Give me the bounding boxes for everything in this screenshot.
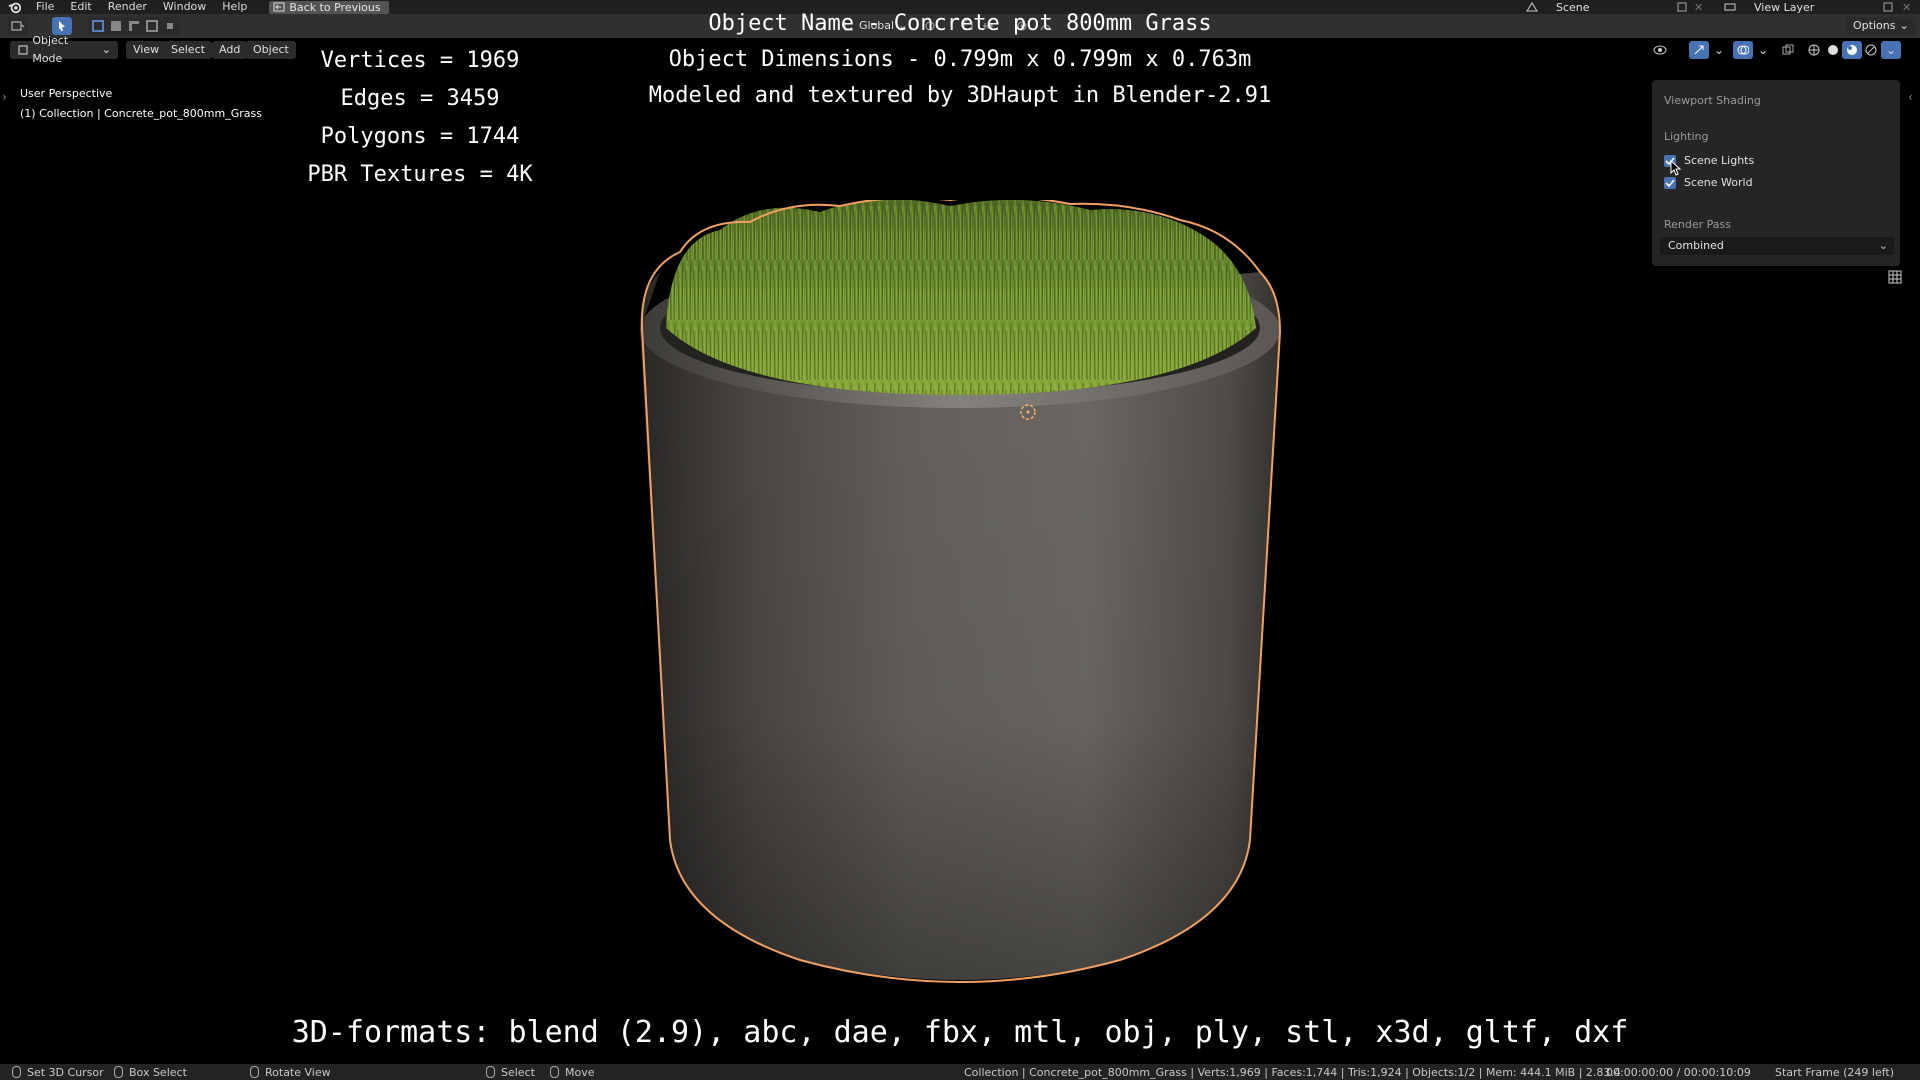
status-rotate-view-label: Rotate View xyxy=(265,1065,331,1079)
status-rotate-view: Rotate View xyxy=(250,1066,331,1079)
status-move: Move xyxy=(550,1066,595,1079)
render-pass-value: Combined xyxy=(1668,239,1724,252)
status-move-label: Move xyxy=(565,1065,595,1079)
status-bar: Set 3D Cursor Box Select Rotate View Sel… xyxy=(0,1064,1920,1080)
timeline-time: 00:00:00:00 / 00:00:10:09 xyxy=(1606,1065,1751,1079)
chevron-down-icon: ⌄ xyxy=(101,43,111,56)
polygons-text: Polygons = 1744 xyxy=(320,124,520,149)
menu-window[interactable]: Window xyxy=(155,0,214,14)
back-to-previous-button[interactable]: Back to Previous xyxy=(269,0,389,14)
status-set-cursor: Set 3D Cursor xyxy=(12,1066,104,1079)
mode-value: Object Mode xyxy=(32,34,69,65)
mesh-stats-overlay: Vertices = 1969 Edges = 3459 Polygons = … xyxy=(300,42,540,194)
collection-label: (1) Collection | Concrete_pot_800mm_Gras… xyxy=(20,107,262,120)
perspective-label: User Perspective xyxy=(20,87,113,100)
scene-selector[interactable]: Scene ✕ xyxy=(1526,0,1706,14)
status-select: Select xyxy=(486,1066,535,1079)
wireframe-shading-icon[interactable] xyxy=(1804,41,1824,59)
select-invert-icon[interactable] xyxy=(142,17,162,35)
menu-render[interactable]: Render xyxy=(100,0,155,14)
menu-edit[interactable]: Edit xyxy=(62,0,99,14)
menu-view[interactable]: View xyxy=(126,41,167,59)
scene-world-toggle[interactable]: Scene World xyxy=(1664,176,1753,189)
view-layer-icon xyxy=(1724,3,1736,11)
mouse-pointer-icon xyxy=(1670,160,1682,176)
copy-layer-icon[interactable] xyxy=(1882,1,1894,13)
grid-view-icon[interactable] xyxy=(1888,270,1902,284)
status-select-label: Select xyxy=(501,1065,535,1079)
render-pass-dropdown[interactable]: Combined ⌄ xyxy=(1660,237,1894,255)
view-layer-name: View Layer xyxy=(1754,0,1815,14)
copy-scene-icon[interactable] xyxy=(1676,1,1688,13)
close-scene-icon[interactable]: ✕ xyxy=(1694,1,1703,14)
overlays-icon[interactable] xyxy=(1733,41,1753,59)
object-dimensions-text: Object Dimensions - 0.799m x 0.799m x 0.… xyxy=(668,47,1252,72)
mouse-drag-icon xyxy=(114,1066,123,1078)
frame-info: Start Frame (249 left) xyxy=(1775,1065,1895,1079)
toolbar-toggle-icon[interactable]: › xyxy=(2,90,7,104)
back-to-previous-label: Back to Previous xyxy=(289,0,381,14)
sidebar-toggle-icon[interactable]: ‹ xyxy=(1908,90,1913,104)
viewport-info: User Perspective (1) Collection | Concre… xyxy=(20,84,262,124)
viewport-shading-panel: Viewport Shading Lighting Scene Lights S… xyxy=(1652,80,1900,266)
select-extend-icon[interactable] xyxy=(106,17,126,35)
middle-mouse-icon xyxy=(250,1066,259,1078)
menu-add[interactable]: Add xyxy=(212,41,248,59)
scene-world-label: Scene World xyxy=(1684,176,1753,189)
menu-object[interactable]: Object xyxy=(246,41,296,59)
gizmo-icon[interactable] xyxy=(1689,41,1709,59)
material-preview-shading-icon[interactable] xyxy=(1842,41,1862,59)
concrete-pot-3d-object[interactable] xyxy=(620,200,1300,1000)
right-drag-icon xyxy=(550,1066,559,1078)
select-subtract-icon[interactable] xyxy=(124,17,144,35)
back-icon xyxy=(273,2,285,12)
menu-help[interactable]: Help xyxy=(214,0,255,14)
lighting-label: Lighting xyxy=(1664,130,1709,143)
chevron-down-icon: ⌄ xyxy=(1899,19,1909,32)
status-box-select: Box Select xyxy=(114,1066,187,1079)
scene-name: Scene xyxy=(1556,0,1590,14)
gizmo-dropdown-icon[interactable]: ⌄ xyxy=(1709,41,1729,59)
blender-logo-icon[interactable] xyxy=(8,0,22,14)
formats-overlay: 3D-formats: blend (2.9), abc, dae, fbx, … xyxy=(291,1015,1629,1050)
chevron-down-icon: ⌄ xyxy=(1878,239,1888,252)
checkmark-icon xyxy=(1665,178,1675,187)
editor-type-icon[interactable] xyxy=(8,17,28,35)
view-layer-selector[interactable]: View Layer ✕ xyxy=(1724,0,1920,14)
object-mode-icon xyxy=(18,45,28,55)
shading-dropdown-icon[interactable]: ⌄ xyxy=(1881,41,1901,59)
options-label: Options xyxy=(1853,19,1896,32)
credits-text: Modeled and textured by 3DHaupt in Blend… xyxy=(648,83,1272,108)
vertices-text: Vertices = 1969 xyxy=(320,48,520,73)
right-mouse-icon xyxy=(486,1066,495,1078)
edges-text: Edges = 3459 xyxy=(340,86,500,111)
close-layer-icon[interactable]: ✕ xyxy=(1902,1,1911,14)
object-info-overlay: Object Name - Concrete pot 800mm Grass O… xyxy=(610,6,1310,114)
visibility-icon[interactable] xyxy=(1650,41,1670,59)
status-set-cursor-label: Set 3D Cursor xyxy=(27,1065,104,1079)
textures-text: PBR Textures = 4K xyxy=(307,162,533,187)
mode-dropdown[interactable]: Object Mode ⌄ xyxy=(10,34,118,65)
scene-icon xyxy=(1526,2,1538,12)
shading-panel-title: Viewport Shading xyxy=(1664,94,1761,107)
scene-statistics: Collection | Concrete_pot_800mm_Grass | … xyxy=(964,1065,1621,1079)
object-name-text: Object Name - Concrete pot 800mm Grass xyxy=(708,11,1212,36)
menu-file[interactable]: File xyxy=(28,0,62,14)
scene-world-checkbox[interactable] xyxy=(1664,176,1676,189)
solid-shading-icon[interactable] xyxy=(1823,41,1843,59)
select-intersect-icon[interactable] xyxy=(160,17,180,35)
rendered-shading-icon[interactable] xyxy=(1861,41,1881,59)
menu-select[interactable]: Select xyxy=(164,41,212,59)
scene-lights-label: Scene Lights xyxy=(1684,154,1755,167)
xray-icon[interactable] xyxy=(1778,41,1798,59)
options-dropdown[interactable]: Options ⌄ xyxy=(1846,17,1916,35)
render-pass-label: Render Pass xyxy=(1664,218,1731,231)
status-box-select-label: Box Select xyxy=(129,1065,187,1079)
left-mouse-icon xyxy=(12,1066,21,1078)
overlays-dropdown-icon[interactable]: ⌄ xyxy=(1753,41,1773,59)
